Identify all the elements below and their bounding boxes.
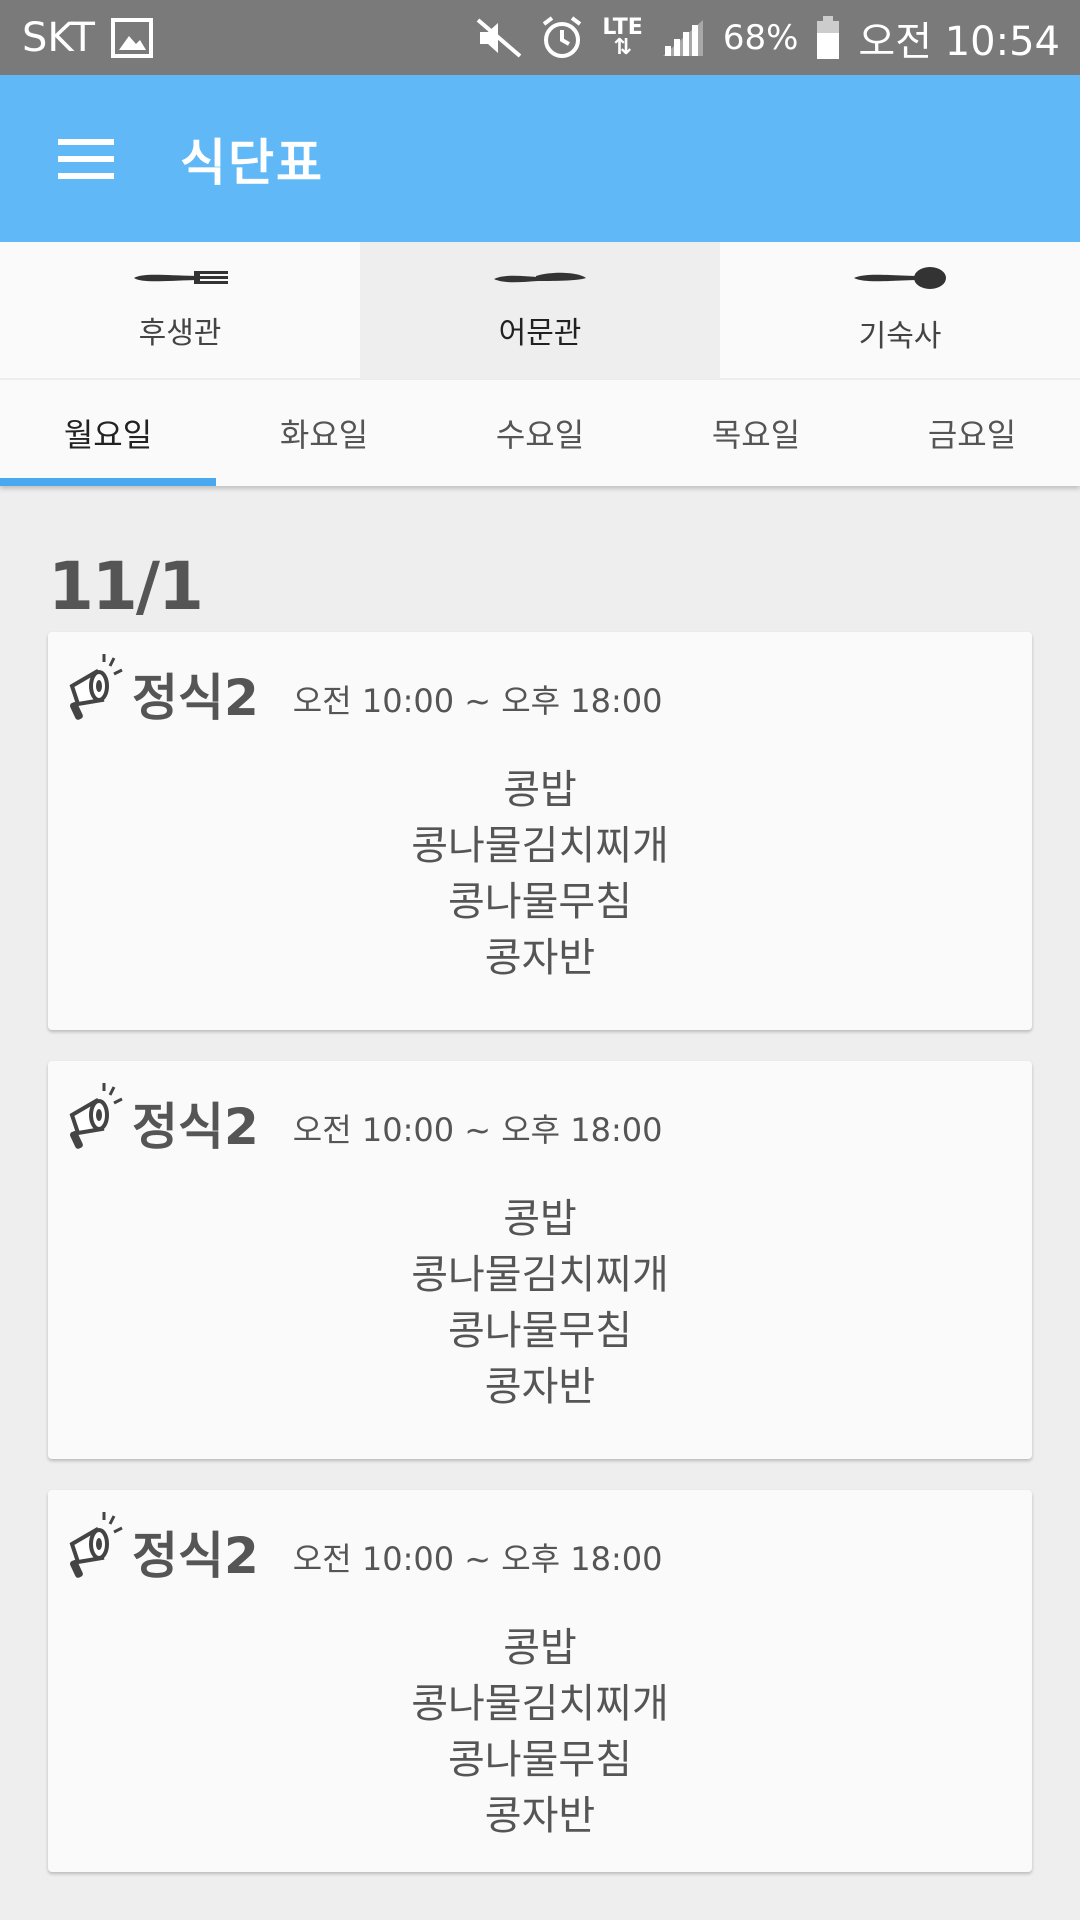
status-bar: SKT LTE ⇅ 68% 오전 10:54 [0,0,1080,75]
menu-item: 콩밥 [503,767,577,813]
meal-card: 정식2 오전 10:00 ~ 오후 18:00 콩밥 콩나물김치찌개 콩나물무침… [48,1061,1032,1459]
meal-name: 정식2 [132,1098,259,1156]
menu-item: 콩나물무침 [448,1308,632,1354]
menu-item: 콩나물김치찌개 [411,1681,669,1727]
menu-item: 콩나물무침 [448,1737,632,1783]
menu-list: 콩밥 콩나물김치찌개 콩나물무침 콩자반 [48,1191,1032,1415]
knife-icon [492,268,588,292]
menu-item: 콩자반 [484,935,596,981]
megaphone-icon [66,652,126,726]
carrier-label: SKT [22,14,95,61]
menu-list: 콩밥 콩나물김치찌개 콩나물무침 콩자반 [48,1620,1032,1844]
battery-percent: 68% [722,17,799,58]
menu-item: 콩나물무침 [448,879,632,925]
tab-monday[interactable]: 월요일 [0,380,216,486]
meal-card-header: 정식2 오전 10:00 ~ 오후 18:00 [66,1081,663,1155]
meal-time: 오전 10:00 ~ 오후 18:00 [292,1540,663,1578]
tab-cafeteria-dormitory[interactable]: 기숙사 [720,242,1080,378]
tab-tuesday[interactable]: 화요일 [216,380,432,486]
signal-icon [661,18,705,58]
day-tabs: 월요일 화요일 수요일 목요일 금요일 [0,380,1080,486]
battery-icon [816,15,840,60]
tab-label: 어문관 [498,316,582,351]
mute-icon [476,17,522,58]
tab-friday[interactable]: 금요일 [864,380,1080,486]
meal-time: 오전 10:00 ~ 오후 18:00 [292,682,663,720]
meal-card: 정식2 오전 10:00 ~ 오후 18:00 콩밥 콩나물김치찌개 콩나물무침… [48,1490,1032,1872]
menu-item: 콩나물김치찌개 [411,1252,669,1298]
lte-icon: LTE ⇅ [602,14,643,60]
menu-item: 콩자반 [484,1364,596,1410]
menu-item: 콩나물김치찌개 [411,823,669,869]
cafeteria-tabs: 후생관 어문관 기숙사 [0,242,1080,378]
meal-card: 정식2 오전 10:00 ~ 오후 18:00 콩밥 콩나물김치찌개 콩나물무침… [48,632,1032,1030]
tab-thursday[interactable]: 목요일 [648,380,864,486]
spoon-icon [852,265,948,295]
tab-cafeteria-husaenggwan[interactable]: 후생관 [0,242,360,378]
meal-card-header: 정식2 오전 10:00 ~ 오후 18:00 [66,652,663,726]
tab-label: 후생관 [138,316,222,351]
meal-card-header: 정식2 오전 10:00 ~ 오후 18:00 [66,1510,663,1584]
app-bar: 식단표 [0,75,1080,242]
meal-card-list: 정식2 오전 10:00 ~ 오후 18:00 콩밥 콩나물김치찌개 콩나물무침… [48,632,1032,1903]
menu-item: 콩밥 [503,1625,577,1671]
page-title: 식단표 [180,133,324,192]
clock: 오전 10:54 [858,18,1060,65]
gallery-icon [110,17,153,58]
menu-list: 콩밥 콩나물김치찌개 콩나물무침 콩자반 [48,762,1032,986]
meal-name: 정식2 [132,669,259,727]
megaphone-icon [66,1510,126,1584]
meal-time: 오전 10:00 ~ 오후 18:00 [292,1111,663,1149]
date-heading: 11/1 [48,548,204,625]
megaphone-icon [66,1081,126,1155]
fork-icon [132,268,228,292]
tab-wednesday[interactable]: 수요일 [432,380,648,486]
menu-item: 콩자반 [484,1793,596,1839]
alarm-icon [540,15,584,60]
tab-cafeteria-eomungwan[interactable]: 어문관 [360,242,720,378]
menu-item: 콩밥 [503,1196,577,1242]
hamburger-icon[interactable] [52,129,120,189]
meal-name: 정식2 [132,1527,259,1585]
tab-label: 기숙사 [858,319,942,354]
